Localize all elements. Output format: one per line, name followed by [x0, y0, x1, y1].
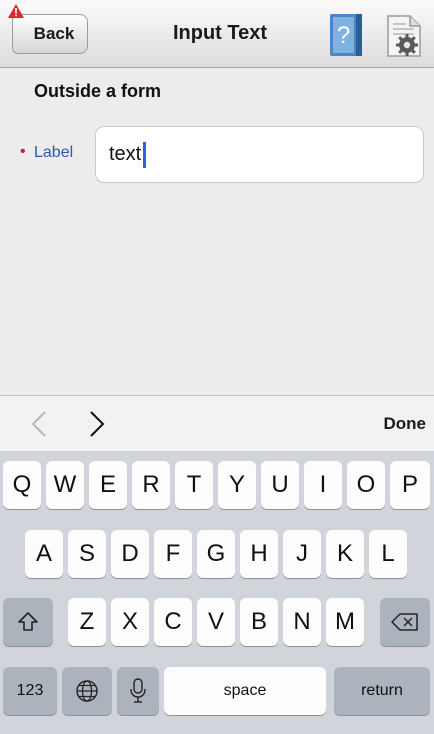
globe-icon [76, 680, 98, 702]
svg-text:?: ? [337, 22, 350, 49]
key-x[interactable]: X [111, 598, 149, 646]
key-d[interactable]: D [111, 530, 149, 578]
key-v[interactable]: V [197, 598, 235, 646]
chevron-left-icon[interactable] [30, 410, 48, 438]
keyboard-accessory-bar: Done [0, 395, 434, 451]
key-q[interactable]: Q [3, 461, 41, 509]
shift-key[interactable] [3, 598, 53, 646]
return-key[interactable]: return [334, 667, 430, 715]
globe-key[interactable] [62, 667, 112, 715]
space-key[interactable]: space [164, 667, 326, 715]
key-s[interactable]: S [68, 530, 106, 578]
keyboard: Q W E R T Y U I O P A S D F G H J K L Z … [0, 451, 434, 734]
key-a[interactable]: A [25, 530, 63, 578]
key-w[interactable]: W [46, 461, 84, 509]
numbers-key[interactable]: 123 [3, 667, 57, 715]
page-title: Input Text [172, 22, 268, 44]
key-z[interactable]: Z [68, 598, 106, 646]
field-label: Label [34, 144, 74, 161]
key-t[interactable]: T [175, 461, 213, 509]
key-e[interactable]: E [89, 461, 127, 509]
key-u[interactable]: U [261, 461, 299, 509]
delete-key[interactable] [380, 598, 430, 646]
back-button[interactable]: Back [12, 14, 88, 54]
key-y[interactable]: Y [218, 461, 256, 509]
shift-icon [18, 612, 38, 631]
key-l[interactable]: L [369, 530, 407, 578]
text-caret [143, 142, 146, 168]
key-o[interactable]: O [347, 461, 385, 509]
navigation-bar: Back Input Text ? [0, 0, 434, 68]
help-book-icon[interactable]: ? [330, 14, 362, 56]
microphone-icon [130, 678, 146, 703]
key-j[interactable]: J [283, 530, 321, 578]
key-p[interactable]: P [390, 461, 430, 509]
backspace-icon [391, 613, 418, 631]
screen: Back Input Text ? Outside a form • Label… [0, 0, 434, 734]
key-f[interactable]: F [154, 530, 192, 578]
microphone-key[interactable] [117, 667, 159, 715]
warning-icon [8, 4, 24, 18]
section-title: Outside a form [34, 81, 162, 101]
key-r[interactable]: R [132, 461, 170, 509]
key-c[interactable]: C [154, 598, 192, 646]
key-i[interactable]: I [304, 461, 342, 509]
key-h[interactable]: H [240, 530, 278, 578]
key-m[interactable]: M [326, 598, 364, 646]
key-n[interactable]: N [283, 598, 321, 646]
settings-doc-icon[interactable] [386, 14, 422, 58]
done-button[interactable]: Done [384, 414, 427, 434]
back-button-label: Back [33, 24, 75, 43]
chevron-right-icon[interactable] [88, 410, 106, 438]
required-marker: • [20, 143, 26, 160]
key-k[interactable]: K [326, 530, 364, 578]
form-field-row: • Label [0, 124, 434, 186]
key-b[interactable]: B [240, 598, 278, 646]
key-g[interactable]: G [197, 530, 235, 578]
